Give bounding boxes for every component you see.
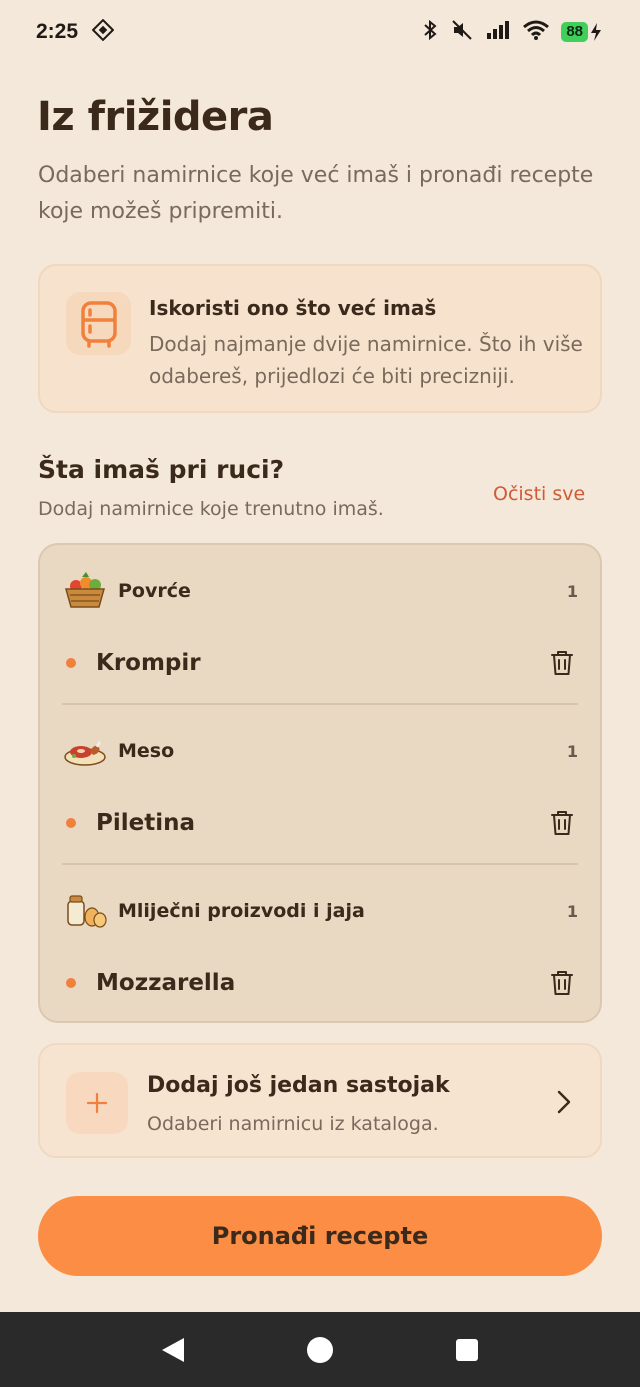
- group-header: Meso 1: [62, 727, 578, 775]
- bullet-dot: [66, 818, 76, 828]
- group-count: 1: [566, 741, 578, 761]
- bluetooth-icon: [421, 19, 439, 46]
- page-title: Iz frižidera: [37, 94, 274, 140]
- group-name: Mliječni proizvodi i jaja: [118, 900, 365, 922]
- charging-icon: [591, 23, 601, 41]
- ingredient-list: Povrće 1 Krompir Meso 1 Piletina Mliječn…: [38, 543, 602, 1023]
- status-time: 2:25: [36, 20, 79, 43]
- list-item: Mozzarella: [62, 961, 578, 1005]
- group-name: Povrće: [118, 580, 191, 602]
- page-subtitle: Odaberi namirnice koje već imaš i pronađ…: [38, 163, 594, 224]
- recents-icon[interactable]: [447, 1330, 487, 1370]
- group-count: 1: [566, 581, 578, 601]
- home-icon[interactable]: [300, 1330, 340, 1370]
- ingredient-name: Mozzarella: [96, 970, 236, 996]
- group-header: Mliječni proizvodi i jaja 1: [62, 887, 578, 935]
- add-ingredient-title: Dodaj još jedan sastojak: [147, 1073, 450, 1098]
- chevron-right-icon: [556, 1089, 572, 1119]
- plus-icon: [66, 1072, 128, 1134]
- status-bar: 2:25 88: [0, 0, 640, 64]
- pantry-title: Šta imaš pri ruci?: [38, 455, 285, 484]
- trash-icon[interactable]: [546, 647, 578, 679]
- clear-all-button[interactable]: Očisti sve: [493, 483, 585, 505]
- wifi-icon: [523, 19, 550, 46]
- vegetable-basket-icon: [65, 572, 105, 608]
- dairy-eggs-icon: [67, 895, 107, 928]
- group-meat: Meso 1 Piletina: [40, 705, 600, 865]
- info-card: Iskoristi ono što već imaš Dodaj najmanj…: [38, 264, 602, 413]
- group-dairy: Mliječni proizvodi i jaja 1 Mozzarella: [40, 865, 600, 1025]
- list-item: Krompir: [62, 641, 578, 685]
- add-ingredient-subtitle: Odaberi namirnicu iz kataloga.: [147, 1113, 439, 1135]
- mute-icon: [451, 19, 473, 46]
- battery-level: 88: [561, 22, 588, 42]
- app-notification-icon: [91, 18, 115, 46]
- group-count: 1: [566, 901, 578, 921]
- status-right: 88: [421, 19, 602, 46]
- trash-icon[interactable]: [546, 967, 578, 999]
- back-icon[interactable]: [153, 1330, 193, 1370]
- meat-plate-icon: [64, 740, 106, 766]
- battery-indicator: 88: [561, 22, 602, 42]
- bullet-dot: [66, 978, 76, 988]
- list-item: Piletina: [62, 801, 578, 845]
- pantry-subtitle: Dodaj namirnice koje trenutno imaš.: [38, 498, 384, 520]
- status-left: 2:25: [36, 18, 115, 46]
- system-nav-bar: [0, 1312, 640, 1387]
- bullet-dot: [66, 658, 76, 668]
- group-header: Povrće 1: [62, 567, 578, 615]
- trash-icon[interactable]: [546, 807, 578, 839]
- info-card-text: Dodaj najmanje dvije namirnice. Što ih v…: [149, 332, 583, 388]
- signal-icon: [485, 19, 511, 46]
- group-name: Meso: [118, 740, 175, 762]
- add-ingredient-button[interactable]: Dodaj još jedan sastojak Odaberi namirni…: [38, 1043, 602, 1158]
- ingredient-name: Piletina: [96, 810, 195, 836]
- ingredient-name: Krompir: [96, 650, 201, 676]
- fridge-icon: [66, 292, 131, 355]
- info-card-title: Iskoristi ono što već imaš: [149, 296, 437, 320]
- find-recipes-button[interactable]: Pronađi recepte: [38, 1196, 602, 1276]
- group-vegetables: Povrće 1 Krompir: [40, 545, 600, 705]
